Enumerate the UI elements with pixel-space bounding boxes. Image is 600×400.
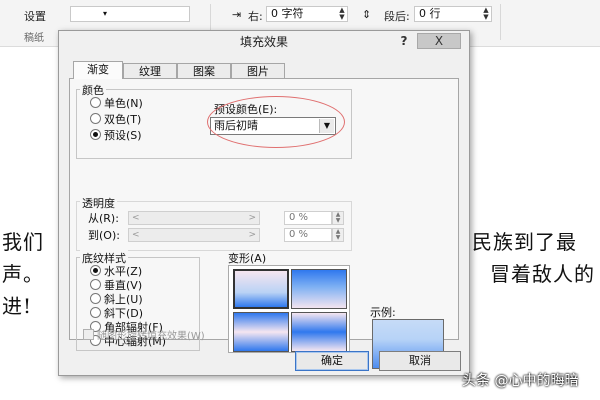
tab-gradient[interactable]: 渐变 [73,61,123,79]
space-after-input[interactable]: 0 行 [414,6,492,22]
radio-shading-diagonal-up[interactable]: 斜上(U) [90,293,143,307]
indent-right-input[interactable]: 0 字符 [266,6,348,22]
cancel-button[interactable]: 取消 [379,351,461,371]
ribbon-divider [500,4,501,40]
checkbox-box[interactable] [83,329,94,340]
from-spinner[interactable]: ▲ ▼ [332,211,344,225]
indent-icon: ⇥ [232,8,242,21]
tab-texture[interactable]: 纹理 [123,63,177,79]
radio-label: 斜上(U) [104,293,143,306]
document-line-right: 民族到了最 [472,230,577,254]
radio-shading-diagonal-down[interactable]: 斜下(D) [90,307,143,321]
from-value-input[interactable]: 0 % [284,211,332,225]
variant-tile[interactable] [291,312,347,352]
space-after-spinner[interactable]: ▲ ▼ [482,7,490,21]
space-after-label: 段后: [384,10,410,23]
sample-label: 示例: [370,306,396,319]
radio-one-color[interactable]: 单色(N) [90,97,143,111]
radio-label: 单色(N) [104,97,143,110]
radio-label: 垂直(V) [104,279,143,292]
variant-tile[interactable] [233,312,289,352]
right-arrow-icon: > [248,230,256,240]
right-arrow-icon: > [248,213,256,223]
tab-pattern[interactable]: 图案 [177,63,231,79]
variant-tile[interactable] [291,269,347,309]
document-line-right: 冒着敌人的 [490,262,595,286]
radio-label: 双色(T) [104,113,142,126]
manuscript-label: 稿纸 [24,33,44,44]
from-slider[interactable]: < > [128,211,260,225]
radio-label: 预设(S) [104,129,142,142]
radio-two-colors[interactable]: 双色(T) [90,113,141,127]
document-line-left: 进! [2,294,33,318]
radio-button[interactable] [90,129,101,140]
to-label: 到(O): [88,229,120,242]
radio-label: 斜下(D) [104,307,144,320]
left-arrow-icon: < [132,213,140,223]
radio-button[interactable] [90,97,101,108]
to-slider[interactable]: < > [128,228,260,242]
document-line-left: 声。 [2,262,44,286]
variants-grid [228,265,350,353]
radio-button[interactable] [90,113,101,124]
to-spinner[interactable]: ▲ ▼ [332,228,344,242]
radio-shading-vertical[interactable]: 垂直(V) [90,279,142,293]
setup-label[interactable]: 设置 [24,8,46,24]
radio-button[interactable] [90,279,101,290]
variants-label: 变形(A) [228,252,267,265]
checkbox-label: 随图形旋转填充效果(W) [97,331,205,342]
variant-tile-selected[interactable] [233,269,289,309]
radio-shading-horizontal[interactable]: 水平(Z) [90,265,142,279]
rotate-with-shape-checkbox[interactable]: 随图形旋转填充效果(W) [83,327,205,342]
help-icon[interactable]: ? [396,33,412,49]
close-button[interactable]: X [417,33,461,49]
color-group-title: 颜色 [80,82,106,98]
radio-button[interactable] [90,293,101,304]
chevron-down-icon: ▾ [103,9,108,18]
tab-picture[interactable]: 图片 [231,63,285,79]
ok-button[interactable]: 确定 [295,351,369,371]
shading-styles-title: 底纹样式 [80,250,128,266]
fill-effects-dialog: 填充效果 ? X 渐变 纹理 图案 图片 颜色 单色(N) 双色(T) 预设(S… [58,30,470,376]
highlight-ellipse [207,96,345,148]
document-line-left: 我们 [2,230,44,254]
radio-label: 水平(Z) [104,265,143,278]
radio-preset[interactable]: 预设(S) [90,129,142,143]
to-value-input[interactable]: 0 % [284,228,332,242]
indent-right-spinner[interactable]: ▲ ▼ [338,7,346,21]
transparency-group-title: 透明度 [80,195,117,211]
left-arrow-icon: < [132,230,140,240]
ribbon-dropdown[interactable]: ▾ [70,6,190,22]
transparency-group [76,201,352,251]
indent-right-label: 右: [248,10,263,23]
radio-button[interactable] [90,265,101,276]
spacing-icon: ⇕ [362,8,372,21]
watermark-text: 头条 @心中的晦暗 [462,373,579,389]
radio-button[interactable] [90,307,101,318]
from-label: 从(R): [88,212,119,225]
